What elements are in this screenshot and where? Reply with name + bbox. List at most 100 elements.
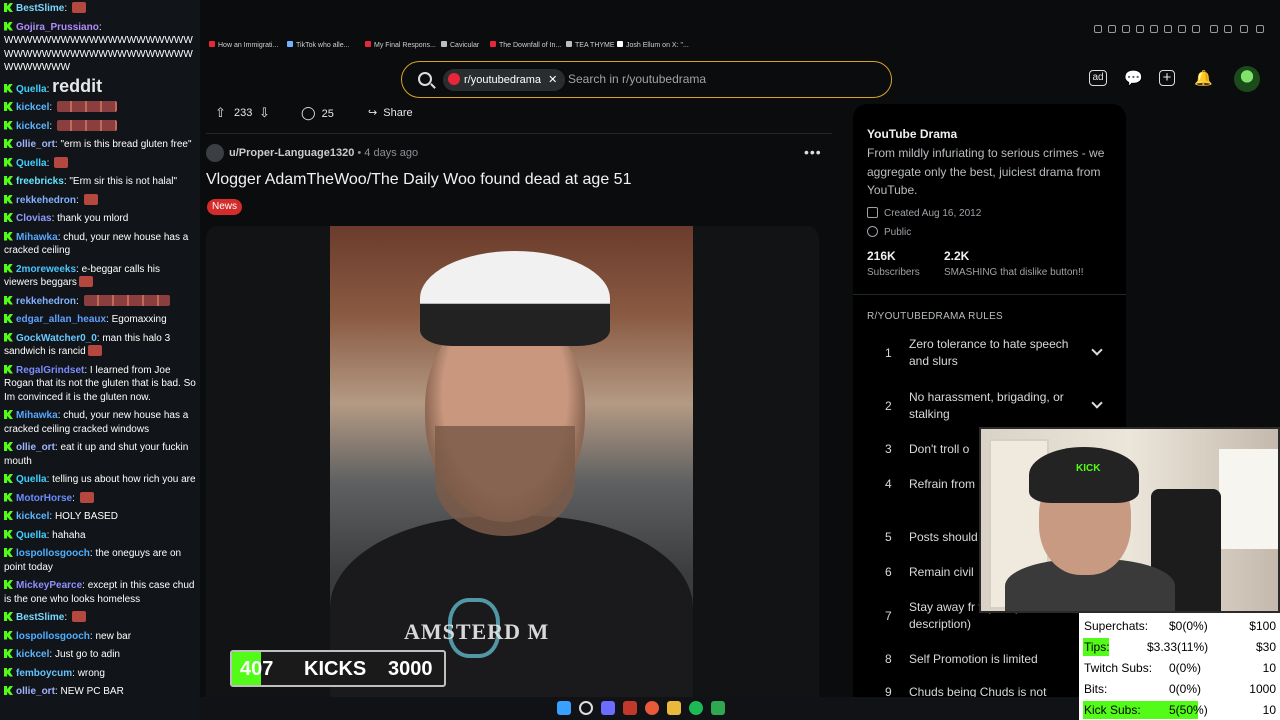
chat-username[interactable]: MotorHorse bbox=[16, 493, 72, 504]
chat-text: "Erm sir this is not halal" bbox=[69, 176, 178, 187]
stat-label: Tips: bbox=[1084, 640, 1110, 654]
chat-message: Clovias: thank you mlord bbox=[4, 212, 196, 226]
emote-icon bbox=[56, 119, 117, 131]
sound-icon[interactable] bbox=[1210, 25, 1218, 33]
post-media[interactable]: AMSTERD M bbox=[206, 226, 819, 720]
chat-username[interactable]: lospollosgooch bbox=[16, 548, 90, 559]
bookmark-item[interactable]: Josh Ellum on X: "... bbox=[617, 41, 689, 49]
bookmark-item[interactable]: TikTok who alle... bbox=[287, 41, 349, 49]
chat-username[interactable]: Quella bbox=[16, 84, 47, 95]
browser-top-bar: How an Immigrati... TikTok who alle... My … bbox=[200, 0, 1280, 60]
chat-username[interactable]: lospollosgooch bbox=[16, 631, 90, 642]
chat-username[interactable]: rekkehedron bbox=[16, 195, 76, 206]
chat-username[interactable]: Gojira_Prussiano bbox=[16, 22, 99, 33]
chat-message: Mihawka: chud, your new house has a crac… bbox=[4, 409, 196, 436]
comment-icon: ◯ bbox=[301, 105, 316, 120]
chat-text: telling us about how rich you are bbox=[52, 474, 196, 485]
downvote-icon[interactable]: ⇩ bbox=[259, 102, 270, 124]
chat-message: GockWatcher0_0: man this halo 3 sandwich… bbox=[4, 332, 196, 359]
chat-username[interactable]: kickcel bbox=[16, 511, 49, 522]
user-avatar[interactable] bbox=[1234, 66, 1260, 92]
download-icon[interactable] bbox=[1224, 25, 1232, 33]
chevron-down-icon[interactable] bbox=[1092, 346, 1102, 356]
bookmark-item[interactable]: TEA THYME bbox=[566, 41, 615, 49]
chat-username[interactable]: ollie_ort bbox=[16, 442, 55, 453]
chat-username[interactable]: BestSlime bbox=[16, 3, 64, 14]
bookmark-item[interactable]: How an Immigrati... bbox=[209, 41, 278, 49]
search-input[interactable]: Search in r/youtubedrama bbox=[568, 72, 706, 86]
rules-title: R/YOUTUBEDRAMA RULES bbox=[867, 311, 1004, 322]
kick-badge-icon bbox=[4, 176, 13, 185]
windows-start-icon[interactable] bbox=[557, 701, 571, 715]
chat-username[interactable]: Quella bbox=[16, 530, 47, 541]
shield-icon[interactable] bbox=[1136, 25, 1144, 33]
heart-icon[interactable] bbox=[1178, 25, 1186, 33]
profile-icon[interactable] bbox=[1240, 25, 1248, 33]
stat-value: 5(50%) bbox=[1169, 703, 1208, 717]
chat-username[interactable]: RegalGrindset bbox=[16, 365, 84, 376]
puzzle-icon[interactable] bbox=[1192, 25, 1200, 33]
chat-username[interactable]: MickeyPearce bbox=[16, 580, 82, 591]
app-icon[interactable] bbox=[711, 701, 725, 715]
author-avatar[interactable] bbox=[206, 144, 224, 163]
chat-username[interactable]: ollie_ort bbox=[16, 686, 55, 697]
kick-badge-icon bbox=[4, 474, 13, 483]
emote-icon bbox=[83, 294, 170, 306]
zoom-icon[interactable] bbox=[1094, 25, 1102, 33]
stat-goal: $30 bbox=[1255, 640, 1276, 654]
emote-icon bbox=[71, 611, 86, 622]
taskbar-search-icon[interactable] bbox=[579, 701, 593, 715]
chat-username[interactable]: ollie_ort bbox=[16, 139, 55, 150]
chat-username[interactable]: GockWatcher0_0 bbox=[16, 333, 97, 344]
folder-icon[interactable] bbox=[667, 701, 681, 715]
kick-badge-icon bbox=[4, 529, 13, 539]
chat-username[interactable]: freebricks bbox=[16, 176, 64, 187]
comments-button[interactable]: ◯ 25 bbox=[301, 102, 334, 124]
bookmark-star-icon[interactable] bbox=[1164, 25, 1172, 33]
chat-message: Quella: telling us about how rich you ar… bbox=[4, 473, 196, 487]
chat-username[interactable]: Clovias bbox=[16, 213, 52, 224]
webcam-hat bbox=[1029, 447, 1139, 503]
bookmark-item[interactable]: My Final Respons... bbox=[365, 41, 436, 49]
reader-icon[interactable] bbox=[1122, 25, 1130, 33]
chat-username[interactable]: femboycum bbox=[16, 668, 72, 679]
discord-icon[interactable] bbox=[601, 701, 615, 715]
chat-username[interactable]: kickcel bbox=[16, 121, 49, 132]
share-button[interactable]: ↪ Share bbox=[368, 102, 413, 124]
ad-icon[interactable]: ad bbox=[1089, 70, 1107, 86]
post-author[interactable]: u/Proper-Language1320 bbox=[229, 147, 354, 159]
upvote-icon[interactable]: ⇧ bbox=[215, 102, 226, 124]
chat-username[interactable]: Quella bbox=[16, 474, 47, 485]
chat-username[interactable]: BestSlime bbox=[16, 612, 64, 623]
chat-username[interactable]: Mihawka bbox=[16, 232, 58, 243]
post-title[interactable]: Vlogger AdamTheWoo/The Daily Woo found d… bbox=[206, 171, 631, 189]
chat-message: Mihawka: chud, your new house has a crac… bbox=[4, 231, 196, 258]
more-options-button[interactable]: ••• bbox=[804, 144, 822, 160]
browser-icon[interactable] bbox=[645, 701, 659, 715]
bookmark-item[interactable]: Cavicular bbox=[441, 41, 479, 49]
chat-separator: : bbox=[98, 21, 102, 33]
spotify-icon[interactable] bbox=[689, 701, 703, 715]
chevron-down-icon[interactable] bbox=[1092, 399, 1102, 409]
extension-icon[interactable] bbox=[1108, 25, 1116, 33]
menu-icon[interactable] bbox=[1256, 25, 1264, 33]
chat-icon[interactable]: 💬 bbox=[1124, 70, 1143, 88]
chat-username[interactable]: Mihawka bbox=[16, 410, 58, 421]
chat-message: Quella: reddit bbox=[4, 77, 196, 97]
translate-icon[interactable] bbox=[1150, 25, 1158, 33]
chat-username[interactable]: rekkehedron bbox=[16, 296, 76, 307]
chat-separator: : bbox=[49, 120, 55, 132]
search-bar[interactable]: r/youtubedrama ✕ Search in r/youtubedram… bbox=[401, 61, 892, 98]
notification-bell-icon[interactable]: 🔔 bbox=[1194, 70, 1213, 88]
create-post-icon[interactable]: + bbox=[1159, 70, 1175, 86]
chat-username[interactable]: kickcel bbox=[16, 102, 49, 113]
chat-username[interactable]: edgar_allan_heaux bbox=[16, 314, 106, 325]
bookmark-item[interactable]: The Downfall of In... bbox=[490, 41, 561, 49]
close-icon[interactable]: ✕ bbox=[548, 74, 557, 86]
chat-username[interactable]: Quella bbox=[16, 158, 47, 169]
chat-username[interactable]: 2moreweeks bbox=[16, 264, 76, 275]
obs-icon[interactable] bbox=[623, 701, 637, 715]
post-flair[interactable]: News bbox=[207, 199, 243, 215]
subreddit-chip[interactable]: r/youtubedrama ✕ bbox=[443, 69, 566, 91]
chat-username[interactable]: kickcel bbox=[16, 649, 49, 660]
